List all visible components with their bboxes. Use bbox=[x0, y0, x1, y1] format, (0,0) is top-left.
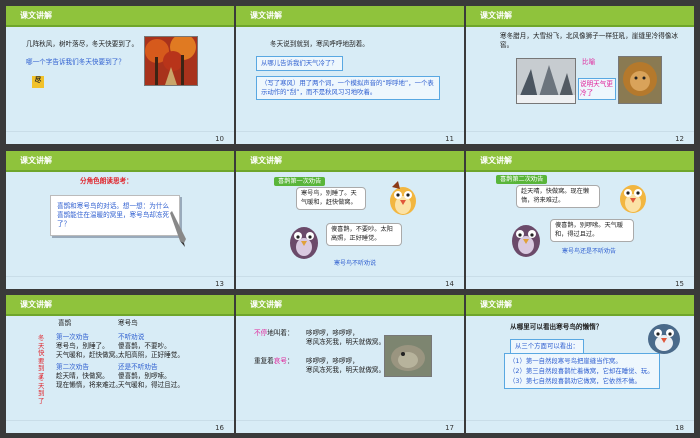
jackdaw-reply-2-label: 还是不听劝告 bbox=[118, 363, 158, 371]
slide-footer bbox=[6, 420, 234, 433]
song-line-2b: 寒风冻死我，明天就做窝。 bbox=[306, 366, 386, 374]
slide-footer bbox=[466, 276, 694, 289]
slide-title: 课文讲解 bbox=[250, 300, 282, 309]
lion-image bbox=[618, 56, 662, 104]
slide-14[interactable]: 课文讲解 喜鹊第一次劝告 寒号鸟，别睡了。天气暖和，赶快做窝。 傻喜鹊，不要吵。… bbox=[236, 151, 464, 289]
question-text: 哪一个字告诉我们冬天快要到了？ bbox=[26, 58, 125, 66]
song-line-2a: 哆啰啰，哆啰啰， bbox=[306, 357, 359, 365]
jackdaw-cartoon-icon bbox=[648, 324, 680, 354]
magpie-cartoon-icon bbox=[620, 185, 646, 213]
text-line: 几阵秋风，树叶落尽，冬天快要到了。 bbox=[26, 40, 139, 48]
section-heading: 分角色朗读思考： bbox=[80, 177, 133, 185]
magpie-cartoon-icon bbox=[390, 181, 416, 215]
song-line-1a: 哆啰啰，哆啰啰， bbox=[306, 329, 359, 337]
text-line: 冬天说到就到，寒风呼呼地刮着。 bbox=[270, 40, 369, 48]
slide-17[interactable]: 课文讲解 不停地叫着： 哆啰啰，哆啰啰， 寒风冻死我，明天就做窝。 重复着哀号：… bbox=[236, 295, 464, 433]
slide-title: 课文讲解 bbox=[20, 11, 52, 20]
keyword-wailing: 哀号 bbox=[273, 357, 287, 365]
refusal-caption: 寒号鸟还是不听劝告 bbox=[562, 248, 617, 255]
reason-label: 说明天气更冷了 bbox=[578, 78, 616, 100]
slide-title: 课文讲解 bbox=[480, 300, 512, 309]
slide-10[interactable]: 课文讲解 几阵秋风，树叶落尽，冬天快要到了。 哪一个字告诉我们冬天快要到了？ 尽… bbox=[6, 6, 234, 144]
reasons-box: （1）第一自然段寒号鸟把崖缝当作窝。 （2）第三自然段喜鹊忙着做窝，它却在睡觉、… bbox=[504, 353, 660, 389]
advice-tag: 喜鹊第一次劝告 bbox=[274, 177, 326, 186]
refusal-caption: 寒号鸟不听劝说 bbox=[334, 260, 377, 267]
time-label-winter: 冬天到了 bbox=[38, 374, 45, 405]
discussion-card: 喜鹊和寒号鸟的对话。想一想：为什么喜鹊能住在温暖的窝里，寒号鸟却冻死了？ bbox=[50, 195, 180, 236]
keyword-repeating: 重复着 bbox=[254, 357, 274, 365]
slide-16[interactable]: 课文讲解 喜鹊 寒号鸟 冬天快要到了 冬天到了 第一次劝告 寒号鸟，别睡了。 天… bbox=[6, 295, 234, 433]
reason-1: （1）第一自然段寒号鸟把崖缝当作窝。 bbox=[509, 357, 622, 365]
slide-footer bbox=[6, 131, 234, 144]
jackdaw-reply-1-label: 不听劝说 bbox=[118, 333, 145, 341]
slide-number: 17 bbox=[445, 424, 454, 432]
reason-3: （3）第七自然段喜鹊劝它做窝，它依然不做。 bbox=[509, 377, 641, 385]
jackdaw-cartoon-icon bbox=[512, 225, 540, 257]
slide-title: 课文讲解 bbox=[480, 11, 512, 20]
slide-footer bbox=[236, 276, 464, 289]
autumn-trees-image bbox=[144, 36, 198, 86]
slide-footer bbox=[466, 420, 694, 433]
jackdaw-speech-bubble: 傻喜鹊，不要吵。太阳高照，正好睡觉。 bbox=[326, 223, 402, 246]
song-line-1b: 寒风冻死我，明天就做窝。 bbox=[306, 338, 386, 346]
magpie-advice-1-line-1: 寒号鸟，别睡了。 bbox=[56, 342, 109, 350]
jackdaw-speech-bubble: 傻喜鹊，别啰嗦。天气暖和，得过且过。 bbox=[550, 219, 634, 242]
text-line: 寒冬腊月，大雪纷飞，北风像狮子一样狂吼，崖缝里冷得像冰窖。 bbox=[500, 32, 679, 49]
slide-title: 课文讲解 bbox=[480, 156, 512, 165]
magpie-advice-2-line-2: 现在懒惰，将来难过。 bbox=[56, 381, 122, 389]
magpie-advice-2-line-1: 趁天晴，快做窝。 bbox=[56, 372, 109, 380]
magpie-advice-2-label: 第二次劝告 bbox=[56, 363, 89, 371]
keyword-suffix: 地叫着： bbox=[267, 329, 294, 337]
slide-15[interactable]: 课文讲解 喜鹊第二次劝告 趁天晴，快做窝。现在懒惰，将来难过。 傻喜鹊，别啰嗦。… bbox=[466, 151, 694, 289]
reason-2: （2）第三自然段喜鹊忙着做窝，它却在睡觉、玩。 bbox=[509, 367, 654, 375]
jackdaw-reply-1-line-2: 太阳高照，正好睡觉。 bbox=[118, 351, 184, 359]
jackdaw-reply-1-line-1: 傻喜鹊，不要吵。 bbox=[118, 342, 171, 350]
slide-title: 课文讲解 bbox=[20, 156, 52, 165]
slide-number: 16 bbox=[215, 424, 224, 432]
slide-11[interactable]: 课文讲解 冬天说到就到，寒风呼呼地刮着。 从哪儿告诉我们天气冷了？ （写了寒风）… bbox=[236, 6, 464, 144]
slide-number: 15 bbox=[675, 280, 684, 288]
slide-footer bbox=[236, 131, 464, 144]
slide-footer bbox=[236, 420, 464, 433]
explanation-box: （写了寒风）用了两个词，一个模拟声音的“呼呼地”，一个表示动作的“刮”，而不是秋… bbox=[256, 76, 440, 100]
column-header-jackdaw: 寒号鸟 bbox=[118, 319, 138, 327]
magpie-speech-bubble: 趁天晴，快做窝。现在懒惰，将来难过。 bbox=[516, 185, 600, 208]
slide-number: 10 bbox=[215, 135, 224, 143]
keyword-nonstop: 不停 bbox=[254, 329, 268, 337]
snow-forest-image bbox=[516, 58, 576, 104]
keyword-line-2: 重复着哀号： bbox=[254, 357, 294, 366]
jackdaw-reply-2-line-2: 天气暖和，得过且过。 bbox=[118, 381, 184, 389]
slide-12[interactable]: 课文讲解 寒冬腊月，大雪纷飞，北风像狮子一样狂吼，崖缝里冷得像冰窖。 比喻 说明… bbox=[466, 6, 694, 144]
figure-label: 比喻 bbox=[582, 58, 596, 66]
slide-number: 14 bbox=[445, 280, 454, 288]
jackdaw-reply-2-line-1: 傻喜鹊，别啰嗦。 bbox=[118, 372, 171, 380]
question-box: 从哪儿告诉我们天气冷了？ bbox=[256, 56, 343, 71]
slide-grid: 课文讲解 几阵秋风，树叶落尽，冬天快要到了。 哪一个字告诉我们冬天快要到了？ 尽… bbox=[0, 0, 700, 438]
aspect-box: 从三个方面可以看出： bbox=[510, 339, 584, 354]
question-text: 从哪里可以看出寒号鸟的懒惰？ bbox=[510, 323, 603, 331]
magpie-advice-1-label: 第一次劝告 bbox=[56, 333, 89, 341]
slide-18[interactable]: 课文讲解 从哪里可以看出寒号鸟的懒惰？ 从三个方面可以看出： （1）第一自然段寒… bbox=[466, 295, 694, 433]
jackdaw-photo-image bbox=[384, 335, 432, 377]
magpie-speech-bubble: 寒号鸟，别睡了。天气暖和，赶快做窝。 bbox=[296, 187, 366, 210]
slide-13[interactable]: 课文讲解 分角色朗读思考： 喜鹊和寒号鸟的对话。想一想：为什么喜鹊能住在温暖的窝… bbox=[6, 151, 234, 289]
slide-footer bbox=[6, 276, 234, 289]
advice-tag: 喜鹊第二次劝告 bbox=[496, 175, 548, 184]
slide-number: 13 bbox=[215, 280, 224, 288]
slide-number: 18 bbox=[675, 424, 684, 432]
slide-title: 课文讲解 bbox=[20, 300, 52, 309]
slide-number: 12 bbox=[675, 135, 684, 143]
slide-number: 11 bbox=[445, 135, 454, 143]
keyword-line-1: 不停地叫着： bbox=[254, 329, 294, 338]
slide-title: 课文讲解 bbox=[250, 11, 282, 20]
keyword-colon: ： bbox=[286, 357, 294, 365]
pen-icon bbox=[170, 211, 186, 247]
magpie-advice-1-line-2: 天气暖和，赶快做窝。 bbox=[56, 351, 122, 359]
slide-title: 课文讲解 bbox=[250, 156, 282, 165]
slide-footer bbox=[466, 131, 694, 144]
answer-char: 尽 bbox=[32, 76, 44, 88]
column-header-magpie: 喜鹊 bbox=[58, 319, 72, 327]
jackdaw-cartoon-icon bbox=[290, 227, 318, 259]
